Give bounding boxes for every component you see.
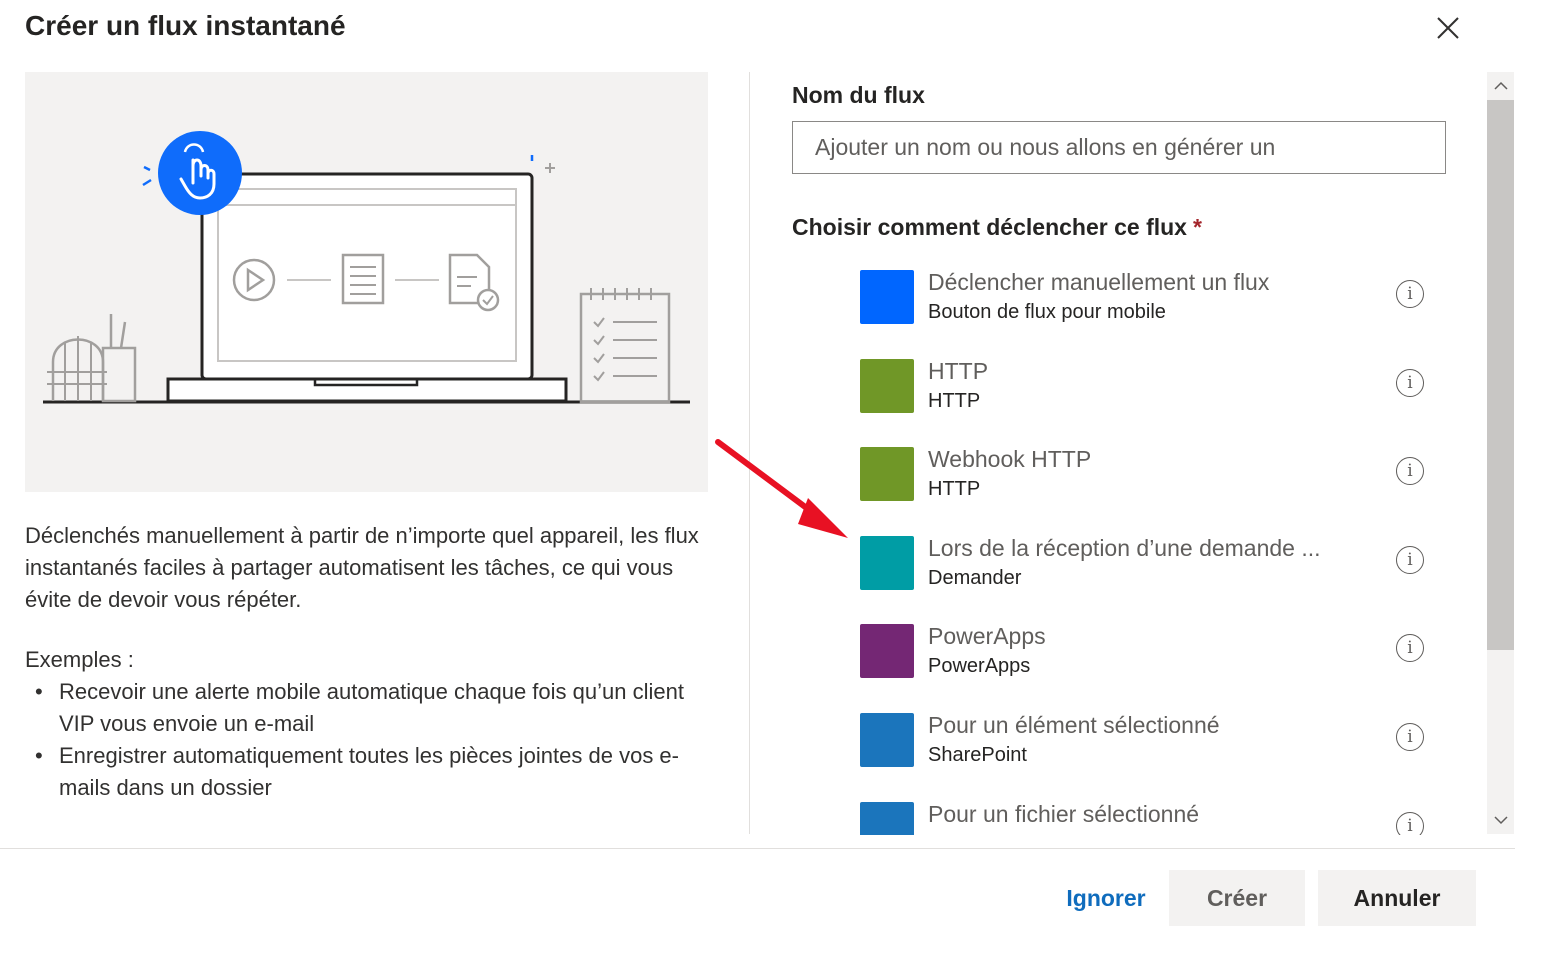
trigger-name: Déclencher manuellement un flux	[928, 269, 1270, 295]
trigger-connector-icon	[860, 358, 914, 413]
trigger-option-powerapps[interactable]: PowerApps PowerApps i	[850, 614, 1450, 703]
info-icon[interactable]: i	[1396, 722, 1424, 751]
info-icon[interactable]: i	[1396, 457, 1424, 486]
flow-name-input[interactable]	[792, 121, 1446, 174]
trigger-list: Déclencher manuellement un flux Bouton d…	[850, 260, 1450, 835]
trigger-option-selected-file[interactable]: Pour un fichier sélectionné i	[850, 792, 1450, 835]
ignore-button[interactable]: Ignorer	[1050, 870, 1162, 926]
flow-description: Déclenchés manuellement à partir de n’im…	[25, 523, 699, 612]
scroll-down-button[interactable]	[1487, 806, 1514, 834]
trigger-name: Pour un élément sélectionné	[928, 711, 1220, 738]
info-icon[interactable]: i	[1396, 280, 1424, 308]
create-button[interactable]: Créer	[1169, 870, 1305, 926]
trigger-connector-icon	[860, 535, 914, 590]
flow-name-label: Nom du flux	[792, 82, 925, 108]
trigger-option-sharepoint-item[interactable]: Pour un élément sélectionné SharePoint i	[850, 703, 1450, 792]
trigger-option-http[interactable]: HTTP HTTP i	[850, 349, 1450, 438]
info-icon[interactable]: i	[1396, 545, 1424, 574]
info-icon[interactable]: i	[1396, 811, 1424, 835]
footer-divider	[0, 848, 1515, 849]
illustration-panel	[25, 72, 708, 492]
trigger-connector: Demander	[928, 566, 1022, 589]
trigger-name: PowerApps	[928, 623, 1046, 650]
scrollbar-thumb[interactable]	[1487, 100, 1514, 650]
trigger-list-scrollbar[interactable]	[1487, 72, 1514, 834]
cancel-button[interactable]: Annuler	[1318, 870, 1476, 926]
trigger-connector-icon	[860, 712, 914, 767]
scroll-up-button[interactable]	[1487, 72, 1514, 100]
trigger-connector: HTTP	[928, 478, 981, 501]
trigger-label-text: Choisir comment déclencher ce flux	[792, 214, 1187, 240]
trigger-connector: PowerApps	[928, 655, 1031, 678]
trigger-label: Choisir comment déclencher ce flux *	[792, 214, 1202, 241]
annotation-arrow-icon	[715, 439, 848, 538]
trigger-connector-icon	[860, 801, 914, 835]
laptop-illustration	[43, 131, 690, 404]
trigger-connector-icon	[860, 270, 914, 324]
trigger-name: Lors de la réception d’une demande ...	[928, 534, 1321, 561]
trigger-connector: SharePoint	[928, 743, 1027, 766]
examples-title: Exemples :	[25, 647, 134, 672]
trigger-name: HTTP	[928, 357, 989, 384]
close-icon	[1437, 17, 1459, 39]
required-marker: *	[1192, 214, 1202, 240]
info-icon[interactable]: i	[1396, 368, 1424, 397]
example-item: Enregistrer automatiquement toutes les p…	[25, 740, 715, 804]
trigger-connector-icon	[860, 447, 914, 502]
trigger-connector-icon	[860, 624, 914, 679]
chevron-down-icon	[1493, 816, 1508, 825]
info-icon[interactable]: i	[1396, 634, 1424, 663]
example-item: Recevoir une alerte mobile automatique c…	[25, 676, 715, 740]
trigger-option-manual[interactable]: Déclencher manuellement un flux Bouton d…	[850, 260, 1450, 349]
trigger-connector: HTTP	[928, 389, 981, 412]
trigger-connector: Bouton de flux pour mobile	[928, 301, 1166, 323]
dialog-title: Créer un flux instantané	[25, 10, 346, 41]
examples-list: Recevoir une alerte mobile automatique c…	[25, 676, 715, 804]
close-button[interactable]	[1430, 10, 1466, 46]
trigger-option-request[interactable]: Lors de la réception d’une demande ... D…	[850, 526, 1450, 615]
trigger-option-webhook-http[interactable]: Webhook HTTP HTTP i	[850, 437, 1450, 526]
trigger-name: Webhook HTTP	[928, 446, 1092, 473]
chevron-up-icon	[1493, 81, 1508, 90]
trigger-name: Pour un fichier sélectionné	[928, 800, 1200, 827]
